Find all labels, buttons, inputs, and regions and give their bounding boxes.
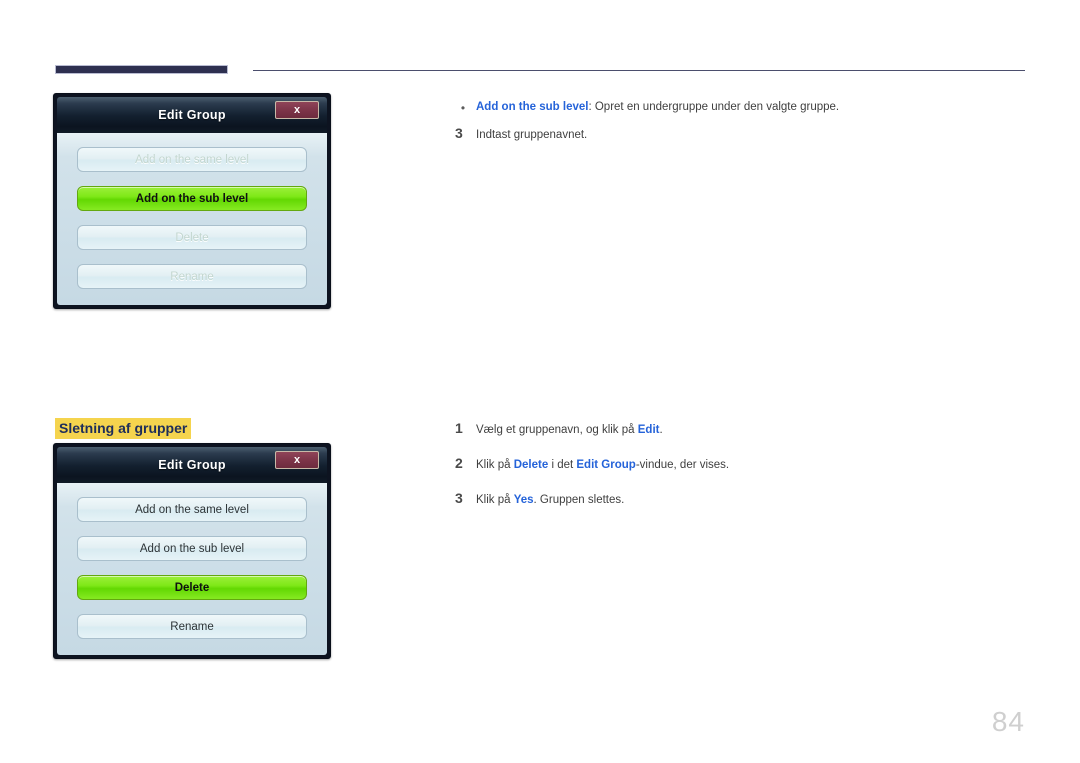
- list-item-step-1: 1 Vælg et gruppenavn, og klik på Edit.: [450, 419, 663, 439]
- edit-group-dialog-1: Edit Group x Add on the same level Add o…: [53, 93, 331, 309]
- dialog-titlebar: Edit Group x: [57, 447, 327, 483]
- step-text-pre: Klik på: [476, 459, 514, 471]
- step-text: Indtast gruppenavnet.: [476, 129, 588, 141]
- list-item-step-3-bottom: 3 Klik på Yes. Gruppen slettes.: [450, 489, 624, 509]
- dialog-title: Edit Group: [158, 458, 226, 472]
- dialog-title: Edit Group: [158, 108, 226, 122]
- step-number: 3: [455, 490, 463, 506]
- button-add-on-the-sub-level[interactable]: Add on the sub level: [77, 186, 307, 211]
- close-icon-label: x: [293, 453, 301, 466]
- step-text-post: -vindue, der vises.: [635, 459, 730, 471]
- edit-group-dialog-2: Edit Group x Add on the same level Add o…: [53, 443, 331, 659]
- step-number: 1: [455, 420, 463, 436]
- close-icon-label: x: [293, 103, 301, 116]
- bullet-item-add-on-sub-level: • Add on the sub level: Opret en undergr…: [450, 100, 839, 116]
- button-delete[interactable]: Delete: [77, 225, 307, 250]
- section-heading: Sletning af grupper: [55, 418, 192, 440]
- header-rule-thin: [253, 70, 1025, 71]
- bullet-text-after: : Opret en undergruppe under den valgte …: [588, 101, 840, 113]
- dialog-titlebar: Edit Group x: [57, 97, 327, 133]
- keyword-delete: Delete: [513, 459, 549, 471]
- step-text: Vælg et gruppenavn, og klik på Edit.: [476, 423, 663, 439]
- bullet-text: Add on the sub level: Opret en undergrup…: [476, 100, 839, 116]
- button-add-on-the-sub-level[interactable]: Add on the sub level: [77, 536, 307, 561]
- step-text-mid: i det: [548, 459, 577, 471]
- step-text-mid: . Gruppen slettes.: [533, 494, 625, 506]
- close-icon[interactable]: x: [275, 451, 319, 469]
- keyword-edit-group: Edit Group: [576, 459, 636, 471]
- keyword-add-on-the-sub-level: Add on the sub level: [476, 101, 589, 113]
- list-item-step-2: 2 Klik på Delete i det Edit Group-vindue…: [450, 454, 729, 474]
- close-icon[interactable]: x: [275, 101, 319, 119]
- step-number: 3: [455, 125, 463, 141]
- keyword-yes: Yes: [513, 494, 534, 506]
- keyword-edit: Edit: [637, 424, 660, 436]
- list-item-step-3-top: 3 Indtast gruppenavnet.: [450, 124, 587, 144]
- step-text-pre: Klik på: [476, 494, 514, 506]
- step-text: Klik på Yes. Gruppen slettes.: [476, 493, 624, 509]
- step-number: 2: [455, 455, 463, 471]
- step-text: Klik på Delete i det Edit Group-vindue, …: [476, 458, 729, 474]
- page-number: 84: [991, 706, 1025, 737]
- button-add-on-the-same-level[interactable]: Add on the same level: [77, 497, 307, 522]
- header-rule-thick: [55, 65, 228, 74]
- dialog-body: Add on the same level Add on the sub lev…: [57, 133, 327, 305]
- bullet-icon: •: [460, 101, 466, 115]
- step-text-mid: .: [659, 424, 663, 436]
- dialog-body: Add on the same level Add on the sub lev…: [57, 483, 327, 655]
- button-rename[interactable]: Rename: [77, 264, 307, 289]
- button-rename[interactable]: Rename: [77, 614, 307, 639]
- button-delete[interactable]: Delete: [77, 575, 307, 600]
- button-add-on-the-same-level[interactable]: Add on the same level: [77, 147, 307, 172]
- step-text-pre: Vælg et gruppenavn, og klik på: [476, 424, 638, 436]
